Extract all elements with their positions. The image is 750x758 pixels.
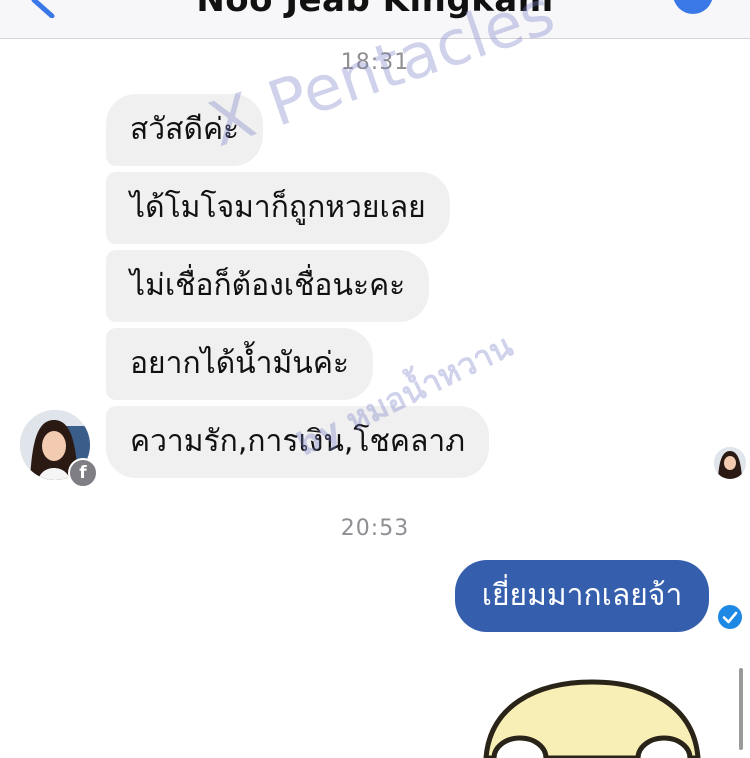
received-message[interactable]: ได้โมโจมาก็ถูกหวยเลย [106, 172, 450, 244]
check-circle-icon [718, 605, 742, 629]
read-receipt-avatar [714, 447, 746, 479]
sent-message[interactable]: เยี่ยมมากเลยจ้า [455, 560, 709, 632]
chat-header: Noo Jeab Kingkam [0, 0, 750, 39]
scrollbar[interactable] [739, 668, 743, 750]
contact-name[interactable]: Noo Jeab Kingkam [0, 0, 750, 20]
timestamp: 18:31 [340, 50, 410, 75]
received-message[interactable]: อยากได้น้ำมันค่ะ [106, 328, 373, 400]
received-message[interactable]: ไม่เชื่อก็ต้องเชื่อนะคะ [106, 250, 430, 322]
sticker-image[interactable] [476, 678, 708, 758]
received-message[interactable]: สวัสดีค่ะ [106, 94, 264, 166]
received-message[interactable]: ความรัก,การเงิน,โชคลาภ [106, 406, 489, 478]
facebook-badge-icon: f [68, 458, 98, 488]
timestamp: 20:53 [340, 516, 410, 541]
